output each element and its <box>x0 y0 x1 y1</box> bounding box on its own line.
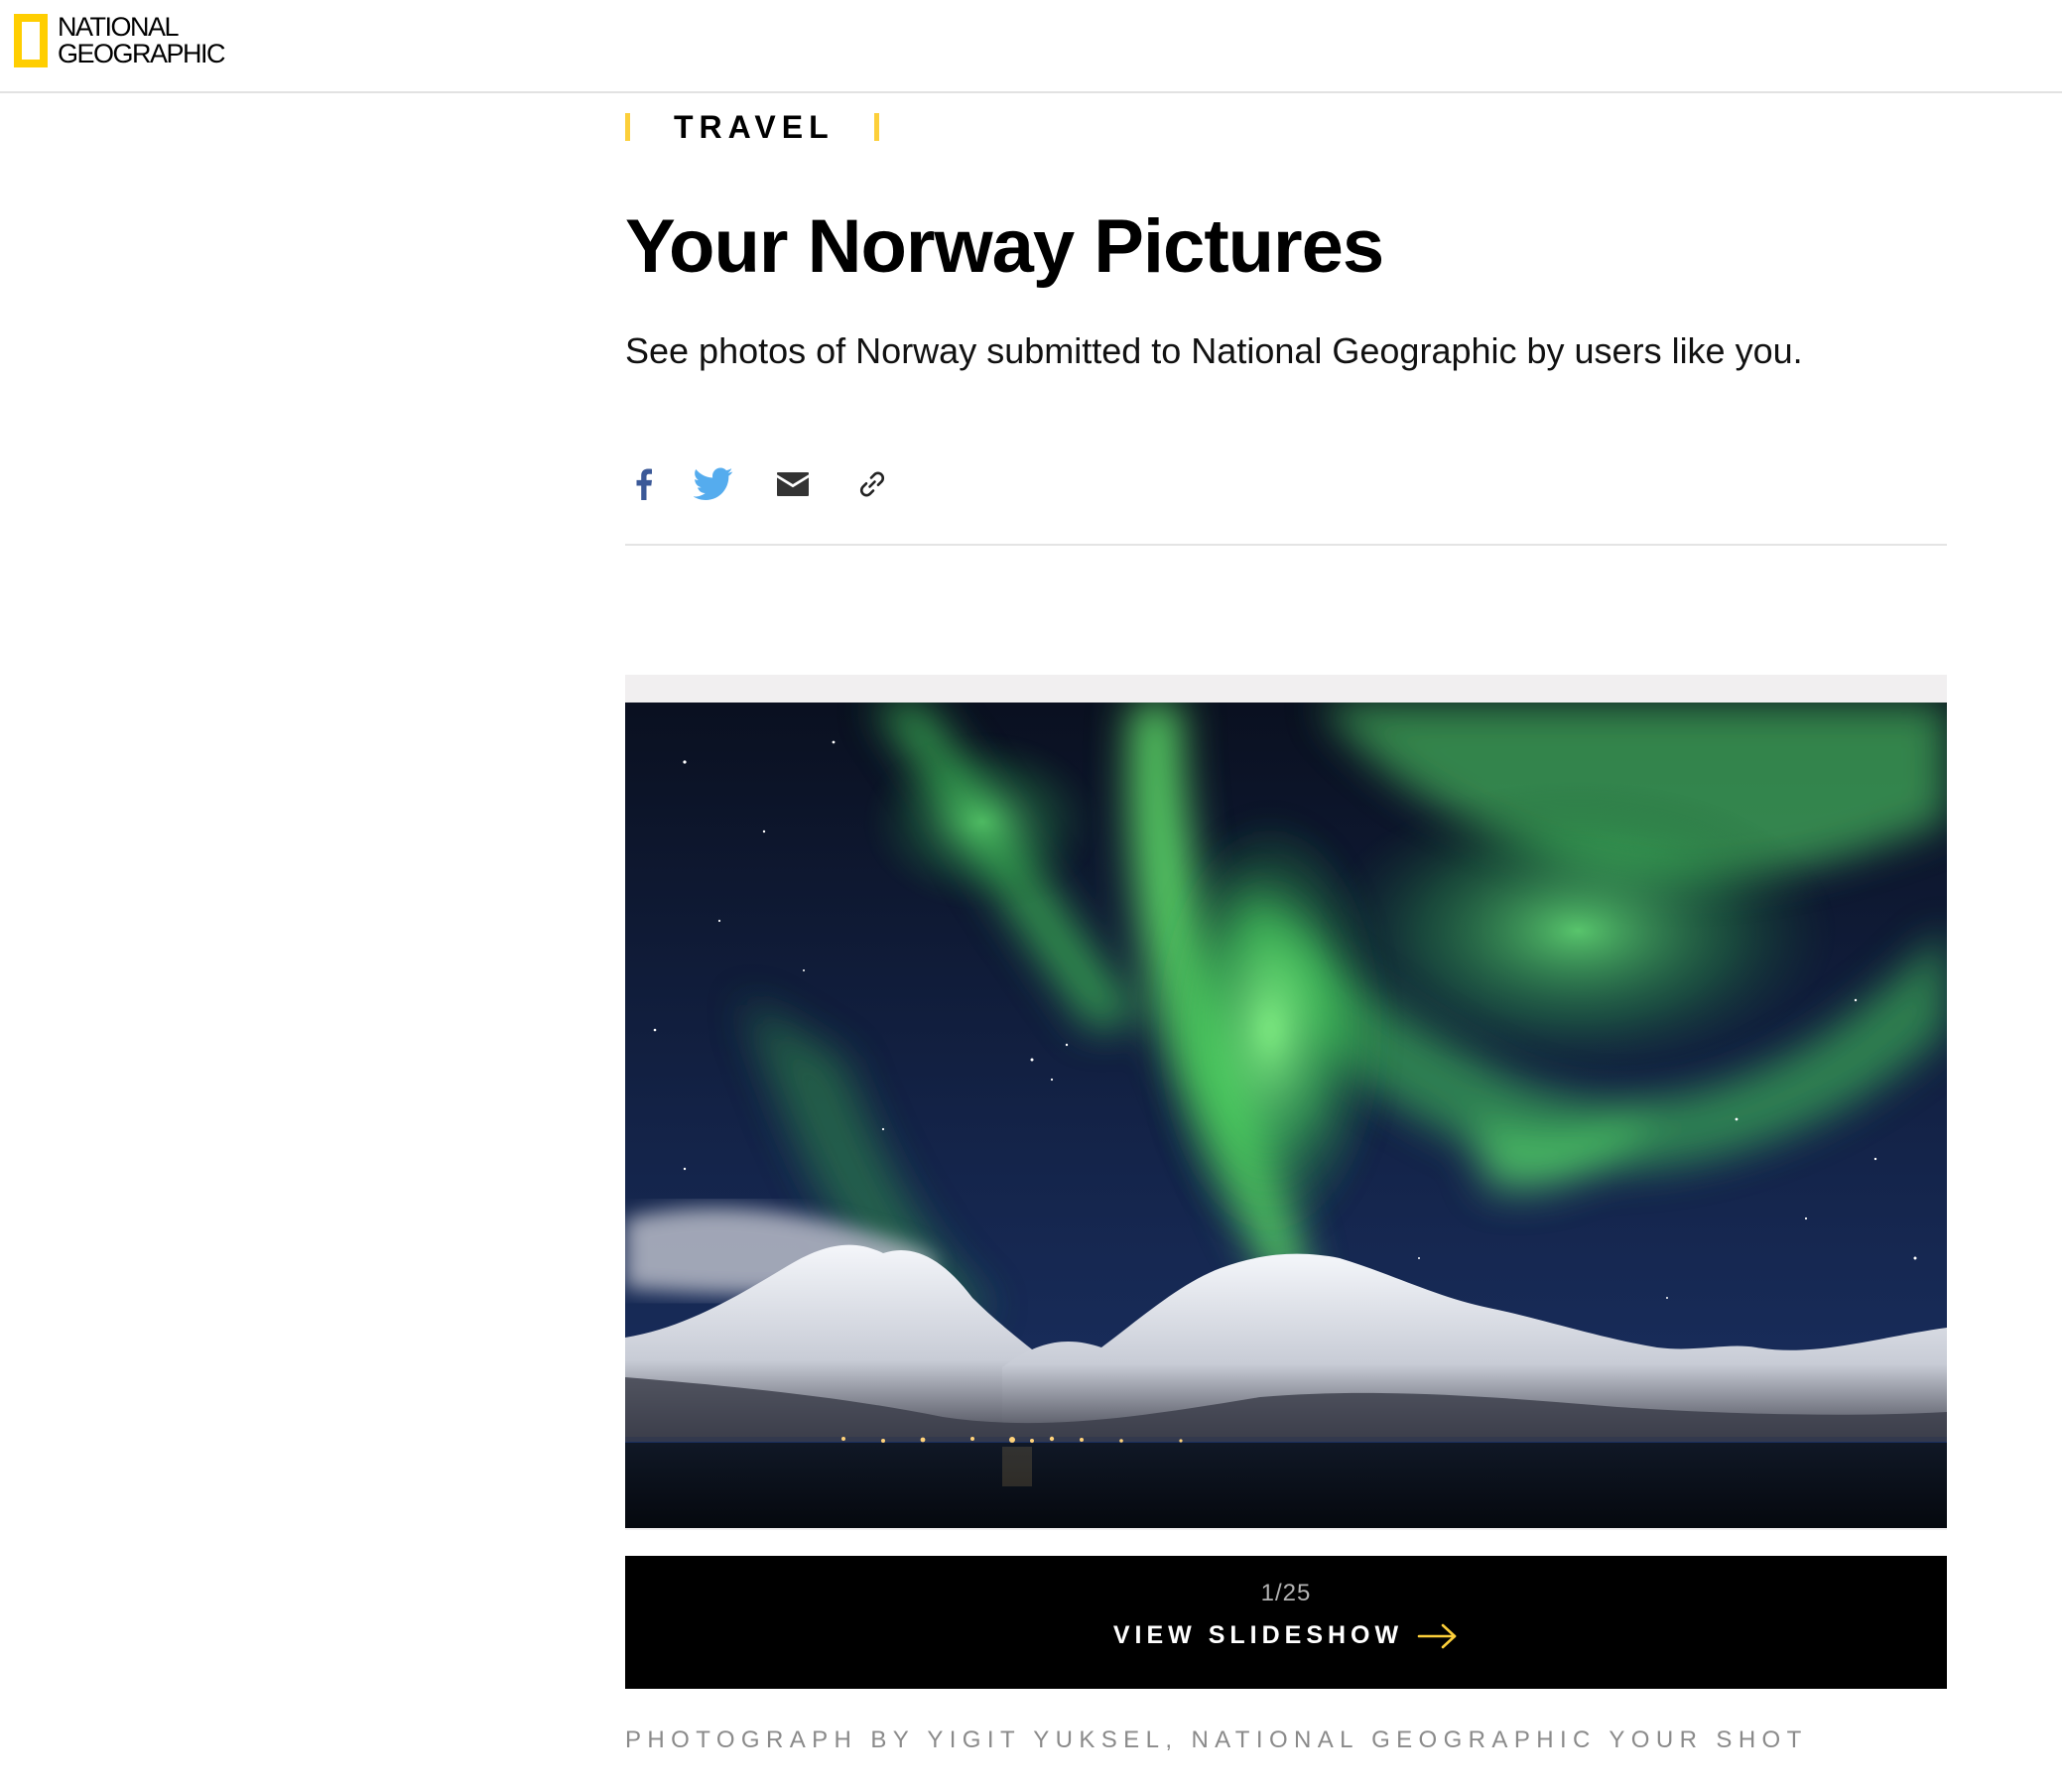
photo-frame <box>625 675 1947 1530</box>
email-share-button[interactable] <box>772 462 814 506</box>
yellow-border-icon <box>14 14 48 67</box>
logo-line-2: GEOGRAPHIC <box>58 39 226 68</box>
article-dek: See photos of Norway submitted to Nation… <box>625 330 1803 371</box>
view-slideshow-label: VIEW SLIDESHOW <box>1112 1621 1404 1649</box>
label-bar-right <box>873 113 879 141</box>
section-label-text: TRAVEL <box>674 108 835 145</box>
aurora-photo[interactable] <box>625 703 1947 1528</box>
facebook-icon <box>636 468 652 500</box>
facebook-share-button[interactable] <box>623 462 665 506</box>
twitter-share-button[interactable] <box>693 462 734 506</box>
share-bar <box>625 462 1947 546</box>
link-icon <box>859 471 885 497</box>
view-slideshow-button[interactable]: VIEW SLIDESHOW <box>625 1621 1947 1650</box>
logo-wordmark: NATIONAL GEOGRAPHIC <box>58 12 226 68</box>
natgeo-logo[interactable]: NATIONAL GEOGRAPHIC <box>14 12 226 68</box>
slideshow-bar[interactable]: 1/25 VIEW SLIDESHOW <box>625 1556 1947 1689</box>
section-label[interactable]: TRAVEL <box>625 108 879 145</box>
slide-counter: 1/25 <box>1260 1580 1312 1606</box>
page-title: Your Norway Pictures <box>625 204 1384 289</box>
copy-link-button[interactable] <box>851 462 893 506</box>
aurora-landscape-image <box>625 703 1947 1528</box>
logo-line-1: NATIONAL <box>58 12 180 42</box>
photo-credit: PHOTOGRAPH BY YIGIT YUKSEL, NATIONAL GEO… <box>625 1727 1808 1753</box>
arrow-right-icon <box>1417 1623 1457 1648</box>
twitter-icon <box>694 467 733 500</box>
site-header: NATIONAL GEOGRAPHIC <box>0 0 2062 93</box>
email-icon <box>777 472 809 496</box>
